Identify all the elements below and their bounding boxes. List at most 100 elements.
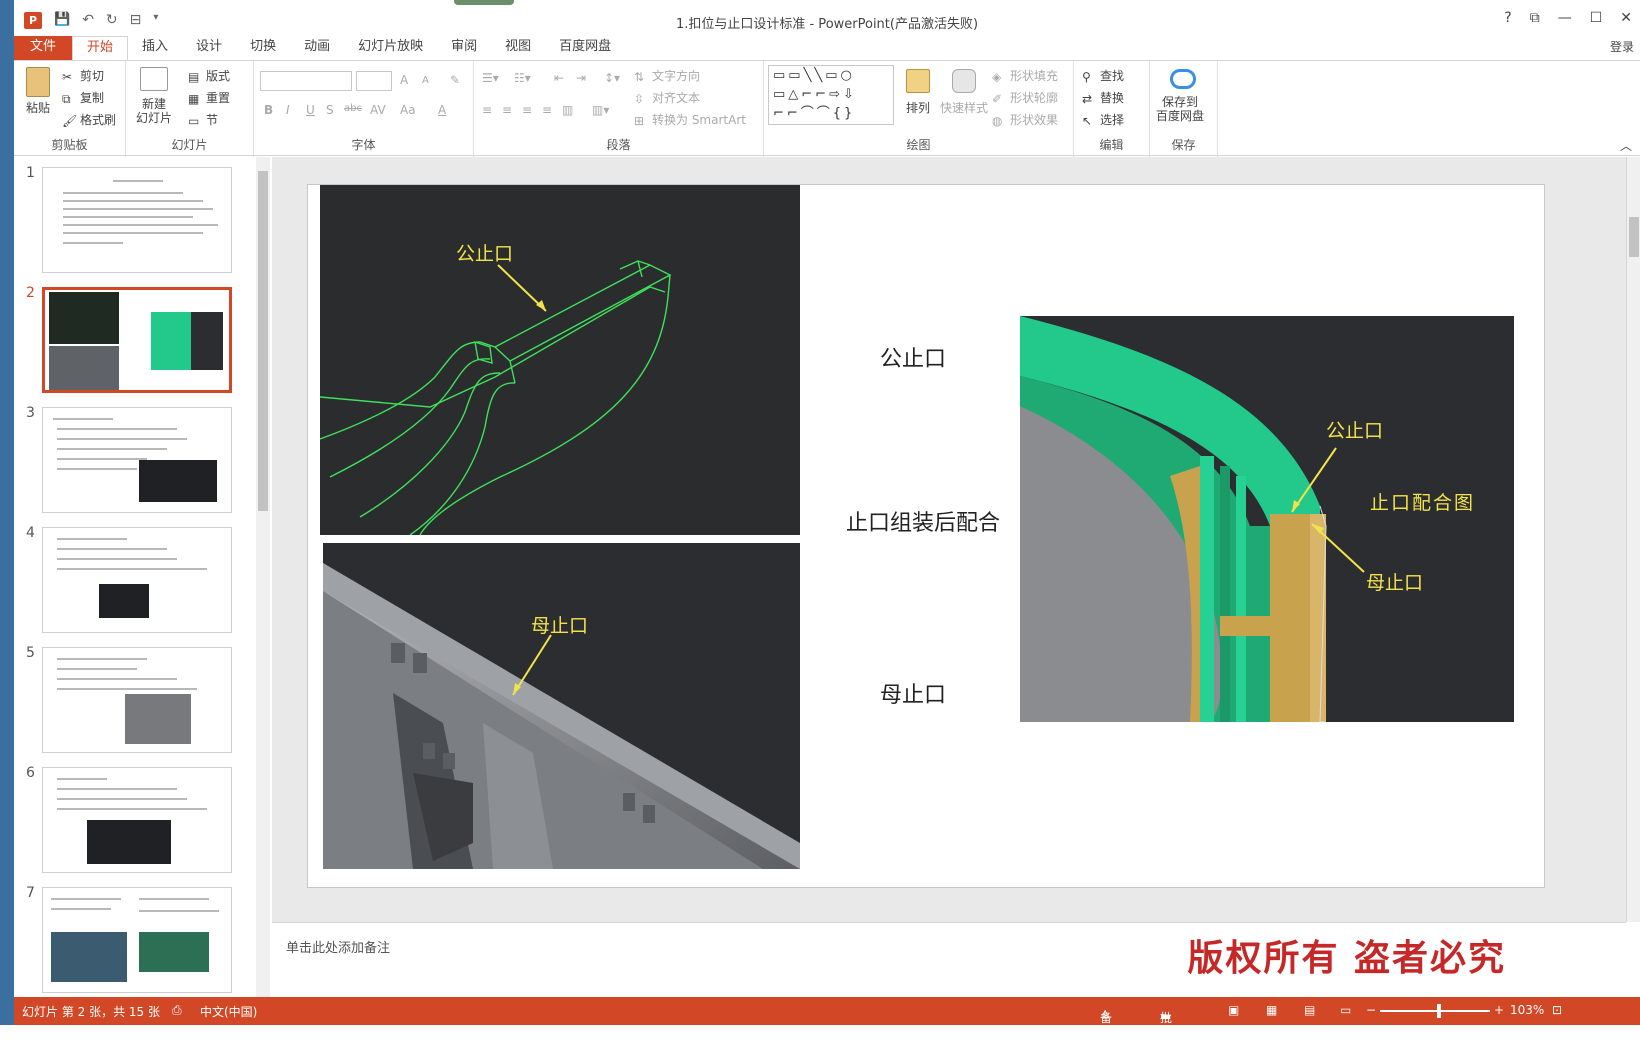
close-icon[interactable]: ✕ — [1620, 10, 1632, 26]
smartart-button[interactable]: ⊞ 转换为 SmartArt — [634, 111, 746, 128]
bold-button[interactable]: B — [264, 103, 273, 117]
font-name-combo[interactable] — [260, 71, 352, 91]
tab-baidu-netdisk[interactable]: 百度网盘 — [545, 36, 625, 60]
replace-button[interactable]: ⇄ 替换 — [1082, 89, 1124, 106]
arrange-icon[interactable] — [906, 69, 930, 93]
collapse-ribbon-icon[interactable]: ︿ — [1620, 137, 1632, 154]
slide-thumbnail-selected[interactable] — [42, 287, 232, 393]
male-lip-cad-image[interactable]: 公止口 — [320, 185, 800, 535]
editor-scroll-thumb[interactable] — [1629, 217, 1639, 257]
new-slide-icon[interactable] — [140, 67, 168, 91]
tab-file[interactable]: 文件 — [14, 36, 73, 60]
font-size-combo[interactable] — [356, 71, 392, 91]
tab-animations[interactable]: 动画 — [290, 36, 344, 60]
female-lip-image[interactable]: 母止口 — [323, 543, 800, 869]
underline-button[interactable]: U — [306, 103, 315, 117]
text-direction-button[interactable]: ⇅ 文字方向 — [634, 67, 700, 84]
shape-outline-button[interactable]: ✐ 形状轮廓 — [992, 89, 1058, 106]
grow-font-icon[interactable]: A — [400, 73, 408, 87]
editor-scrollbar[interactable] — [1626, 157, 1640, 922]
char-spacing-button[interactable]: AV — [370, 103, 386, 117]
notes-pane[interactable]: 单击此处添加备注 版权所有 盗者必究 — [272, 922, 1626, 997]
shape-effects-button[interactable]: ◍ 形状效果 — [992, 111, 1058, 128]
shapes-gallery[interactable]: ▭▭╲╲▭○ ▭△⌐⌐⇨⇩ ⌐⌐⌒⌒{} — [768, 65, 894, 125]
lip-assembly-image[interactable]: 公止口 母止口 止口配合图 — [1020, 316, 1514, 722]
maximize-icon[interactable]: ☐ — [1590, 10, 1603, 26]
align-left-icon[interactable]: ≡ — [482, 103, 492, 117]
minimize-icon[interactable]: — — [1558, 10, 1572, 26]
line-spacing-icon[interactable]: ↕▾ — [604, 71, 620, 85]
layout-button[interactable]: ▤ 版式 — [188, 67, 230, 84]
slide-canvas[interactable]: 公止口 母止口 公止口 止口组装后配合 母止口 公止口 母止口 止口配合图 — [308, 185, 1544, 887]
spell-check-icon[interactable]: ⎙ — [172, 1003, 182, 1018]
strikethrough-button[interactable]: abc — [344, 103, 362, 114]
slide-thumbnail[interactable] — [42, 167, 232, 273]
quick-styles-button[interactable]: 快速样式 — [940, 99, 988, 116]
tab-transitions[interactable]: 切换 — [236, 36, 290, 60]
reset-button[interactable]: ▦ 重置 — [188, 89, 230, 106]
paste-icon[interactable] — [26, 67, 50, 97]
zoom-out-icon[interactable]: − — [1366, 1003, 1376, 1017]
arrange-button[interactable]: 排列 — [906, 99, 930, 116]
distributed-icon[interactable]: ▥ — [562, 103, 573, 117]
language-indicator[interactable]: 中文(中国) — [200, 1003, 257, 1020]
align-right-icon[interactable]: ≡ — [522, 103, 532, 117]
fit-slide-icon[interactable]: ⊡ — [1552, 1003, 1562, 1017]
section-button[interactable]: ▭ 节 — [188, 111, 218, 128]
find-button[interactable]: ⚲ 查找 — [1082, 67, 1124, 84]
login-link[interactable]: 登录 — [1610, 38, 1634, 55]
help-icon[interactable]: ? — [1504, 10, 1511, 26]
copy-icon: ⧉ — [62, 92, 71, 106]
copy-button[interactable]: ⧉ 复制 — [62, 89, 104, 106]
tab-insert[interactable]: 插入 — [128, 36, 182, 60]
font-color-button[interactable]: A — [438, 103, 446, 117]
cut-button[interactable]: ✂ 剪切 — [62, 67, 104, 84]
ribbon-display-icon[interactable]: ⧉ — [1530, 10, 1540, 26]
save-to-cloud-button[interactable]: 保存到 百度网盘 — [1156, 95, 1204, 123]
quick-styles-icon[interactable] — [952, 69, 976, 93]
notes-placeholder[interactable]: 单击此处添加备注 — [286, 937, 390, 956]
normal-view-icon[interactable]: ▣ — [1228, 1003, 1239, 1017]
increase-indent-icon[interactable]: ⇥ — [576, 71, 586, 85]
slide-sorter-icon[interactable]: ▦ — [1266, 1003, 1277, 1017]
align-center-icon[interactable]: ≡ — [502, 103, 512, 117]
clear-format-icon[interactable]: ✎ — [450, 73, 460, 87]
slide-thumbnail[interactable] — [42, 767, 232, 873]
assembly-female-annotation: 母止口 — [1366, 572, 1424, 594]
zoom-in-icon[interactable]: + — [1494, 1003, 1504, 1017]
paste-button[interactable]: 粘贴 — [26, 99, 50, 116]
bullets-icon[interactable]: ☰▾ — [482, 71, 499, 85]
decrease-indent-icon[interactable]: ⇤ — [554, 71, 564, 85]
tab-design[interactable]: 设计 — [182, 36, 236, 60]
zoom-level[interactable]: 103% — [1510, 1003, 1544, 1017]
tab-home[interactable]: 开始 — [72, 36, 129, 60]
window-drag-handle[interactable] — [454, 0, 514, 5]
format-painter-button[interactable]: 🖌 格式刷 — [62, 111, 116, 128]
justify-icon[interactable]: ≡ — [542, 103, 552, 117]
slide-thumbnail[interactable] — [42, 527, 232, 633]
slide-thumbnail[interactable] — [42, 887, 232, 993]
columns-icon[interactable]: ▥▾ — [592, 103, 609, 117]
tab-view[interactable]: 视图 — [491, 36, 545, 60]
shape-fill-button[interactable]: ◈ 形状填充 — [992, 67, 1058, 84]
shrink-font-icon[interactable]: A — [422, 75, 429, 86]
select-button[interactable]: ↖ 选择 — [1082, 111, 1124, 128]
zoom-slider[interactable] — [1380, 1010, 1490, 1012]
align-text-button[interactable]: ⇳ 对齐文本 — [634, 89, 700, 106]
tab-review[interactable]: 审阅 — [437, 36, 491, 60]
change-case-button[interactable]: Aa — [400, 103, 416, 117]
zoom-slider-thumb[interactable] — [1437, 1004, 1442, 1018]
new-slide-button[interactable]: 新建 幻灯片 — [136, 97, 172, 125]
baidu-cloud-icon[interactable] — [1170, 69, 1196, 89]
italic-button[interactable]: I — [286, 103, 290, 117]
slide-thumbnail[interactable] — [42, 407, 232, 513]
slides-group-label: 幻灯片 — [171, 138, 208, 152]
tab-slideshow[interactable]: 幻灯片放映 — [344, 36, 437, 60]
thumbnail-scroll-thumb[interactable] — [258, 171, 268, 511]
numbering-icon[interactable]: ☷▾ — [514, 71, 531, 85]
thumbnail-scrollbar[interactable] — [256, 157, 270, 997]
shadow-button[interactable]: S — [326, 103, 334, 117]
slideshow-view-icon[interactable]: ▭ — [1340, 1003, 1351, 1017]
reading-view-icon[interactable]: ▤ — [1304, 1003, 1315, 1017]
slide-thumbnail[interactable] — [42, 647, 232, 753]
